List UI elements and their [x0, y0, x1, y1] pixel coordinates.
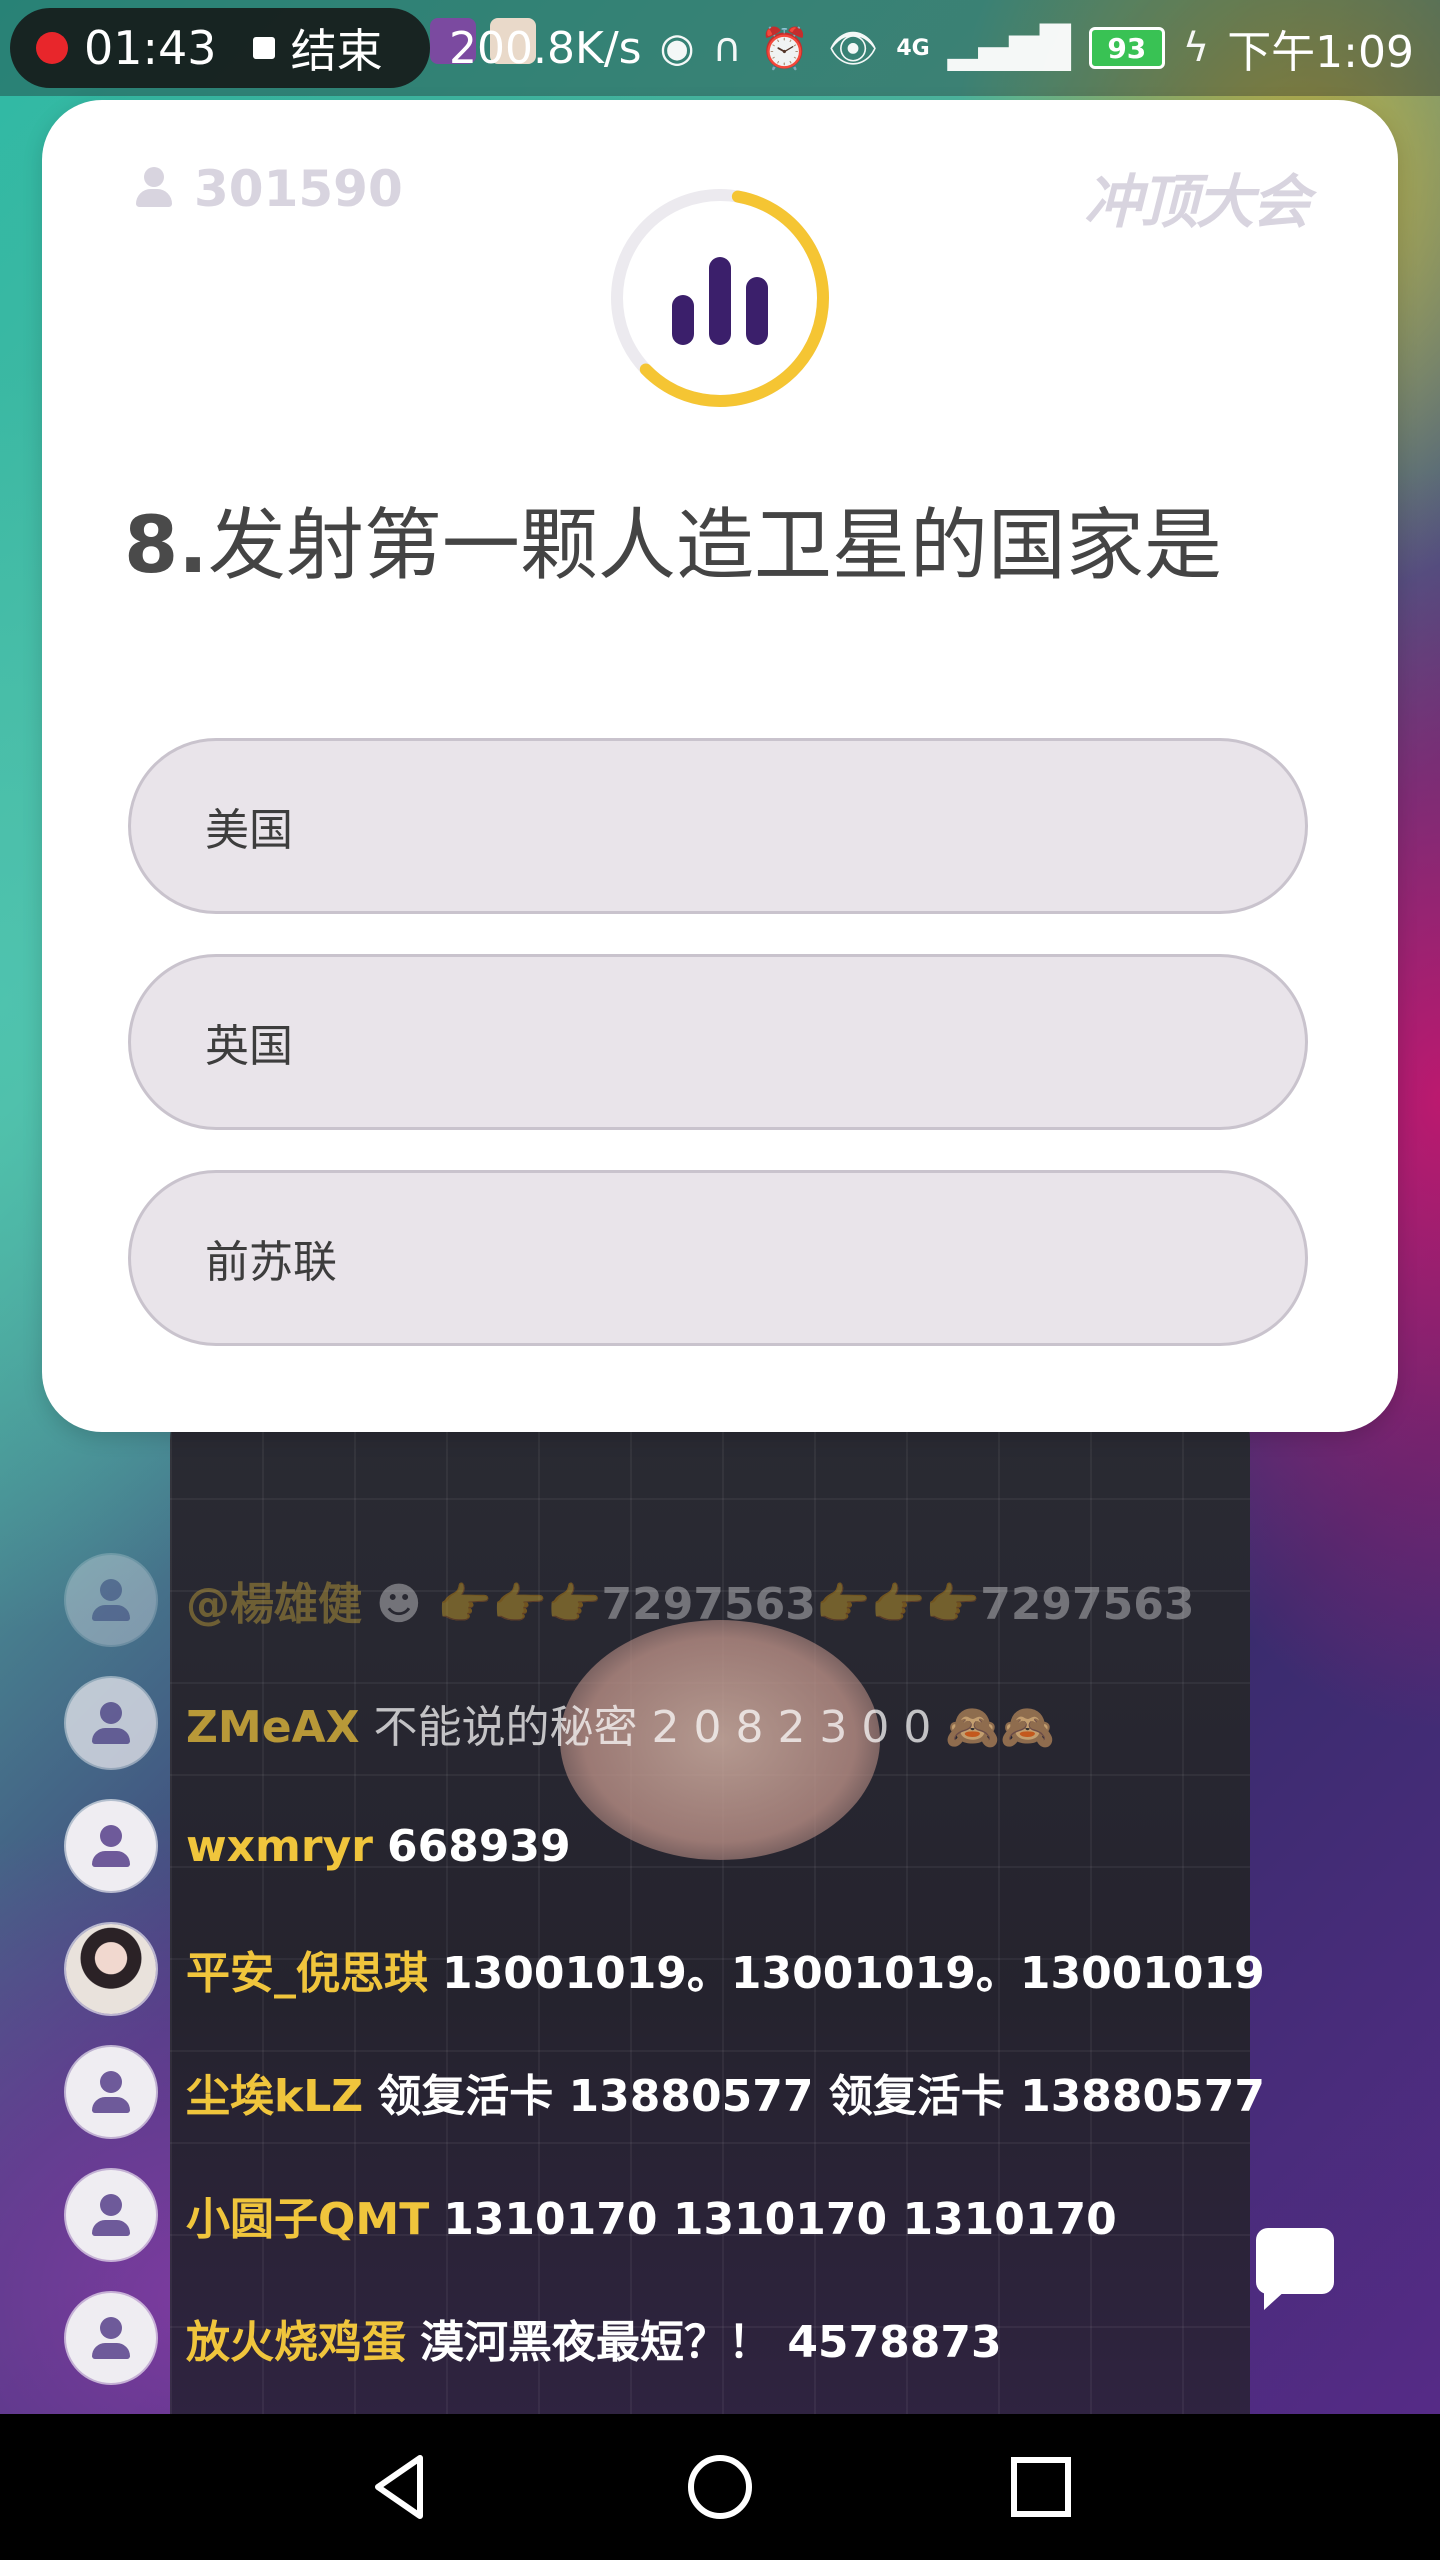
stop-icon — [252, 37, 275, 59]
avatar[interactable] — [66, 2047, 156, 2137]
hotspot-icon: ◉ — [659, 25, 695, 71]
eye-comfort-icon: 👁 — [827, 25, 879, 72]
chat-text: 不能说的秘密 2 0 8 2 3 0 0 🙈🙈 — [373, 1702, 1055, 1753]
recents-icon[interactable] — [1006, 2452, 1076, 2522]
user-icon — [132, 167, 176, 211]
navigation-bar — [0, 2414, 1440, 2560]
chat-username: 小圆子QMT — [186, 2194, 430, 2245]
chat-message: 平安_倪思琪 13001019。13001019。13001019 — [66, 1924, 1265, 2014]
status-bar: 01:43 结束 200.8K/s ◉ ∩ ⏰ 👁 4G ▂▄▆█ 93 ϟ 下… — [0, 0, 1440, 96]
chat-message: ZMeAX 不能说的秘密 2 0 8 2 3 0 0 🙈🙈 — [66, 1678, 1055, 1768]
headset-icon: ∩ — [712, 25, 742, 71]
chat-username: @楊雄健 — [186, 1579, 362, 1630]
chat-message: @楊雄健 ☻ 👉👉👉7297563👉👉👉7297563 — [66, 1555, 1195, 1645]
question: 8.发射第一颗人造卫星的国家是 — [124, 500, 1324, 594]
battery-icon: 93 — [1088, 27, 1165, 69]
answer-option-3[interactable]: 前苏联 — [128, 1170, 1308, 1346]
chat-text: ☻ 👉👉👉7297563👉👉👉7297563 — [376, 1579, 1195, 1630]
stop-recording-button[interactable]: 结束 — [291, 15, 383, 81]
clock: 下午1:09 — [1227, 27, 1414, 78]
chat-bubble-icon[interactable] — [1256, 2228, 1334, 2310]
quiz-card: 301590 冲顶大会 8.发射第一颗人造卫星的国家是 美国 英国 前苏联 — [42, 100, 1398, 1432]
viewer-count: 301590 — [132, 160, 403, 218]
network-type: 4G — [896, 35, 930, 61]
question-number: 8. — [124, 501, 208, 591]
answer-option-1[interactable]: 美国 — [128, 738, 1308, 914]
screen-recorder-pill[interactable]: 01:43 结束 — [10, 8, 430, 88]
answer-option-2[interactable]: 英国 — [128, 954, 1308, 1130]
chat-text: 1310170 1310170 1310170 — [443, 2194, 1117, 2245]
chat-username: ZMeAX — [186, 1702, 360, 1753]
alarm-icon: ⏰ — [759, 25, 810, 72]
chat-message: wxmryr 668939 — [66, 1801, 571, 1891]
host-video — [170, 1380, 1250, 2420]
countdown-timer — [611, 189, 829, 407]
chat-username: 尘埃kLZ — [186, 2071, 364, 2122]
chat-text: 668939 — [386, 1820, 571, 1872]
recording-time: 01:43 — [84, 21, 217, 75]
network-speed: 200.8K/s — [449, 22, 642, 74]
record-icon — [36, 32, 68, 64]
question-text: 发射第一颗人造卫星的国家是 — [207, 501, 1222, 591]
chat-text: 漠河黑夜最短？！ 4578873 — [420, 2317, 1002, 2368]
avatar[interactable] — [66, 1678, 156, 1768]
bar-chart-icon — [672, 257, 768, 345]
chat-username: wxmryr — [186, 1820, 373, 1872]
home-icon[interactable] — [685, 2452, 755, 2522]
avatar[interactable] — [66, 1924, 156, 2014]
chat-username: 平安_倪思琪 — [186, 1948, 428, 1999]
back-icon[interactable] — [366, 2452, 436, 2522]
signal-icon: ▂▄▆█ — [947, 25, 1071, 71]
viewer-count-value: 301590 — [194, 160, 403, 218]
chat-text: 领复活卡 13880577 领复活卡 13880577 — [377, 2071, 1266, 2122]
chat-message: 尘埃kLZ 领复活卡 13880577 领复活卡 13880577 — [66, 2047, 1265, 2137]
chat-text: 13001019。13001019。13001019 — [442, 1948, 1265, 1999]
avatar[interactable] — [66, 1801, 156, 1891]
charging-icon: ϟ — [1182, 25, 1210, 71]
chat-message: 放火烧鸡蛋 漠河黑夜最短？！ 4578873 — [66, 2293, 1002, 2383]
avatar[interactable] — [66, 2170, 156, 2260]
status-icons: 200.8K/s ◉ ∩ ⏰ 👁 4G ▂▄▆█ 93 ϟ 下午1:09 — [449, 0, 1414, 96]
avatar[interactable] — [66, 2293, 156, 2383]
chat-message: 小圆子QMT 1310170 1310170 1310170 — [66, 2170, 1117, 2260]
avatar[interactable] — [66, 1555, 156, 1645]
brand-logo: 冲顶大会 — [1083, 168, 1310, 236]
chat-username: 放火烧鸡蛋 — [186, 2317, 406, 2368]
